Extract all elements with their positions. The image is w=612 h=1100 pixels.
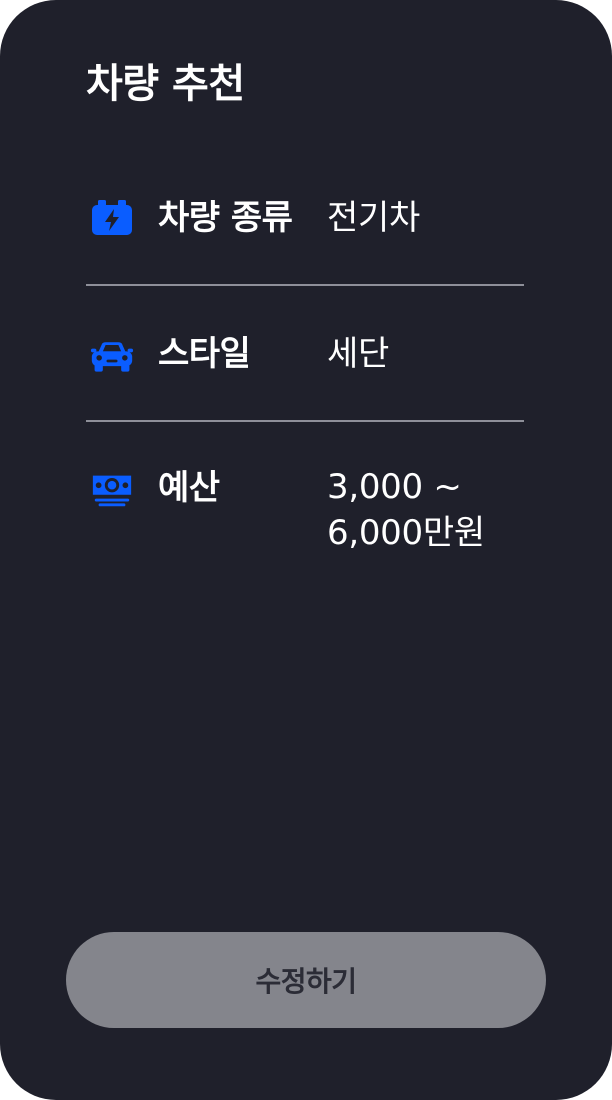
style-value: 세단 xyxy=(327,334,389,374)
style-label: 스타일 xyxy=(158,334,251,374)
budget-label: 예산 xyxy=(158,468,220,508)
money-icon xyxy=(90,470,134,510)
recommendation-card: 차량 추천 차량 종류 전기차 스타일 세단 예산 3,000 ~ 6,000만… xyxy=(0,0,612,1100)
budget-value-line: 3,000 ~ xyxy=(327,467,462,507)
row-vehicle-type: 차량 종류 전기차 xyxy=(86,194,524,244)
vehicle-type-label: 차량 종류 xyxy=(158,198,293,238)
budget-value: 3,000 ~ 6,000만원 xyxy=(327,464,485,556)
battery-bolt-icon xyxy=(90,198,134,238)
row-budget: 예산 3,000 ~ 6,000만원 xyxy=(86,464,524,560)
page-title: 차량 추천 xyxy=(86,61,245,107)
car-icon xyxy=(90,336,134,376)
vehicle-type-value: 전기차 xyxy=(327,198,420,238)
divider xyxy=(86,284,524,286)
row-style: 스타일 세단 xyxy=(86,330,524,380)
edit-button[interactable]: 수정하기 xyxy=(66,932,546,1028)
budget-value-line: 6,000만원 xyxy=(327,513,485,553)
divider xyxy=(86,420,524,422)
